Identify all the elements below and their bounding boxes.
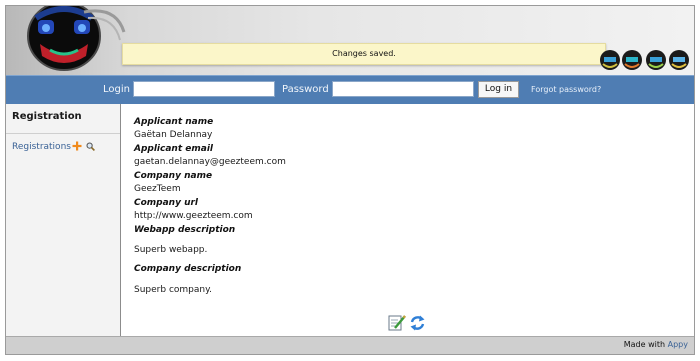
field-value: Gaëtan Delannay: [134, 130, 213, 140]
search-icon[interactable]: [86, 142, 95, 151]
add-icon[interactable]: [72, 141, 82, 151]
refresh-icon[interactable]: [410, 315, 425, 331]
sidebar-title: Registration: [12, 111, 82, 122]
forgot-password-link[interactable]: Forgot password?: [531, 85, 601, 94]
field-value: gaetan.delannay@geezteem.com: [134, 157, 286, 167]
field-label: Company description: [134, 264, 242, 274]
field-value: http://www.geezteem.com: [134, 211, 253, 221]
footer: Made with Appy: [6, 336, 694, 354]
edit-icon[interactable]: [388, 315, 406, 331]
status-message: Changes saved.: [122, 43, 606, 65]
login-label: Login: [103, 84, 130, 95]
login-input[interactable]: [133, 81, 275, 97]
sidebar: Registration Registrations: [6, 104, 121, 336]
field-label: Applicant name: [134, 117, 214, 127]
field-label: Webapp description: [134, 225, 236, 235]
sidebar-divider: [6, 133, 120, 134]
logo-icon: [27, 6, 126, 71]
made-with-text: Made with Appy: [624, 340, 688, 349]
password-input[interactable]: [332, 81, 474, 97]
sidebar-item-registrations[interactable]: Registrations: [12, 142, 71, 152]
made-with-prefix: Made with: [623, 340, 666, 349]
field-label: Applicant email: [134, 144, 213, 154]
login-button[interactable]: Log in: [478, 81, 519, 98]
password-label: Password: [282, 84, 329, 95]
actions-toolbar: [388, 315, 425, 331]
login-bar: Login Password Log in Forgot password?: [6, 75, 694, 104]
field-value: GeezTeem: [134, 184, 181, 194]
appy-link[interactable]: Appy: [668, 340, 688, 349]
header: Changes saved.: [6, 6, 694, 75]
app-window: Changes saved. Login Password Log in For…: [5, 5, 695, 355]
main-content: Applicant name Gaëtan Delannay Applicant…: [122, 104, 694, 336]
field-value: Superb company.: [134, 285, 212, 295]
field-value: Superb webapp.: [134, 245, 208, 255]
helmets-decoration-icon: [600, 50, 689, 70]
field-label: Company name: [134, 171, 213, 181]
field-label: Company url: [134, 198, 199, 208]
